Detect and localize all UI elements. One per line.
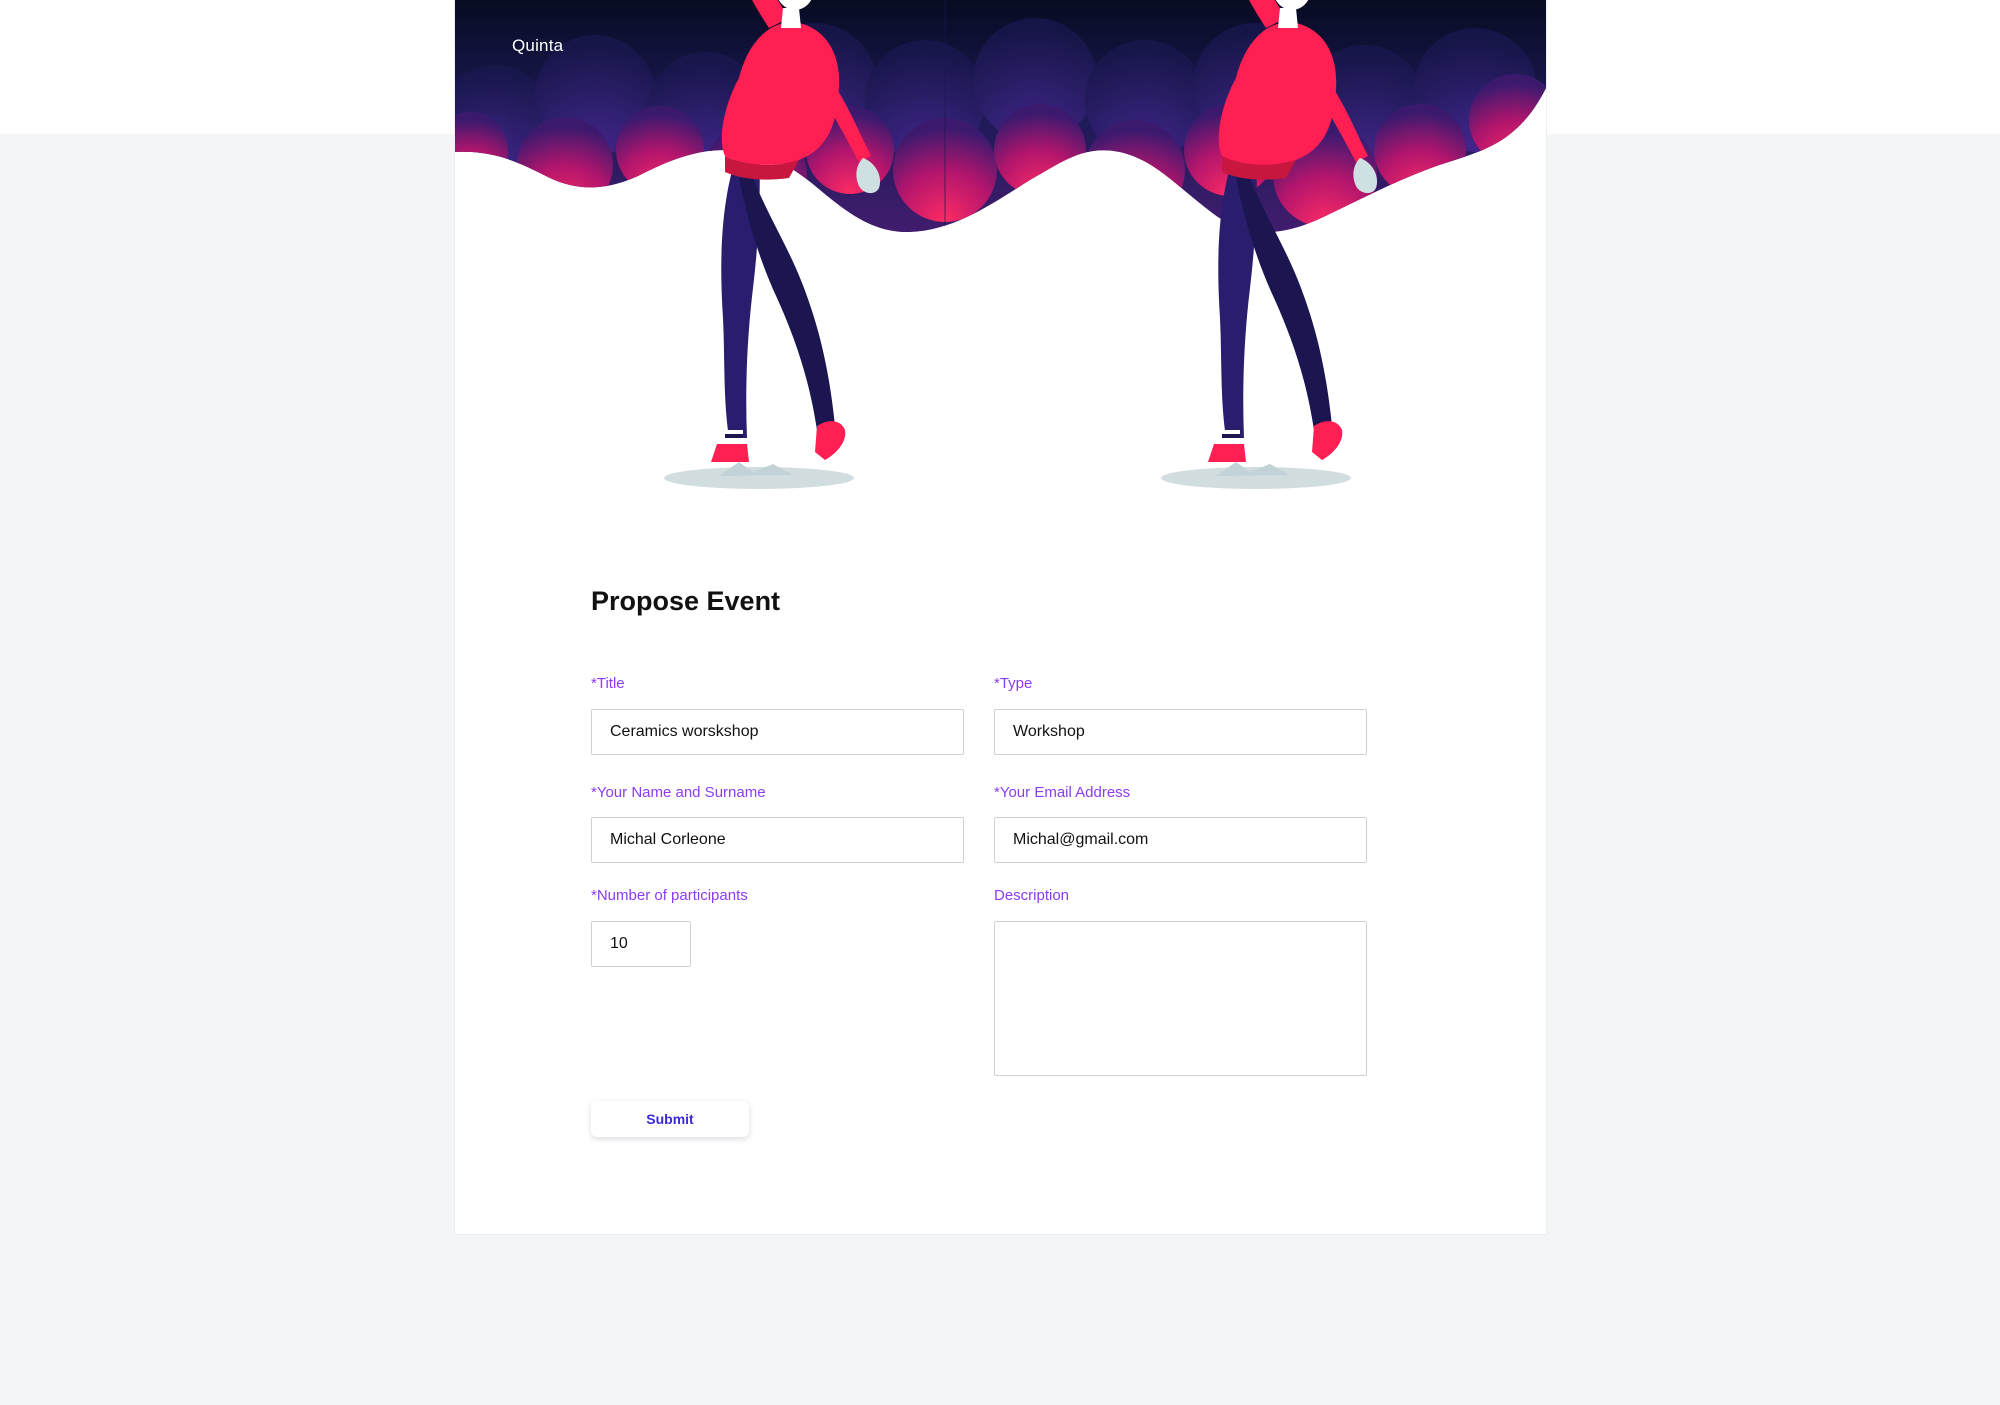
participants-label: *Number of participants xyxy=(591,887,748,904)
form-card: Quinta Propose Event *Title *Type *Your … xyxy=(455,0,1546,1234)
email-input[interactable] xyxy=(994,817,1367,863)
hero-banner: Quinta xyxy=(455,0,1546,510)
brand-logo[interactable]: Quinta xyxy=(512,36,563,56)
type-input[interactable] xyxy=(994,709,1367,755)
description-label: Description xyxy=(994,887,1070,904)
submit-button[interactable]: Submit xyxy=(591,1101,749,1137)
email-label: *Your Email Address xyxy=(994,784,1131,801)
page-title: Propose Event xyxy=(591,586,781,616)
participants-input[interactable] xyxy=(591,921,691,967)
title-input[interactable] xyxy=(591,709,964,755)
type-label: *Type xyxy=(994,675,1033,692)
title-label: *Title xyxy=(591,675,625,692)
name-input[interactable] xyxy=(591,817,964,863)
description-textarea[interactable] xyxy=(994,921,1367,1076)
name-label: *Your Name and Surname xyxy=(591,784,766,801)
